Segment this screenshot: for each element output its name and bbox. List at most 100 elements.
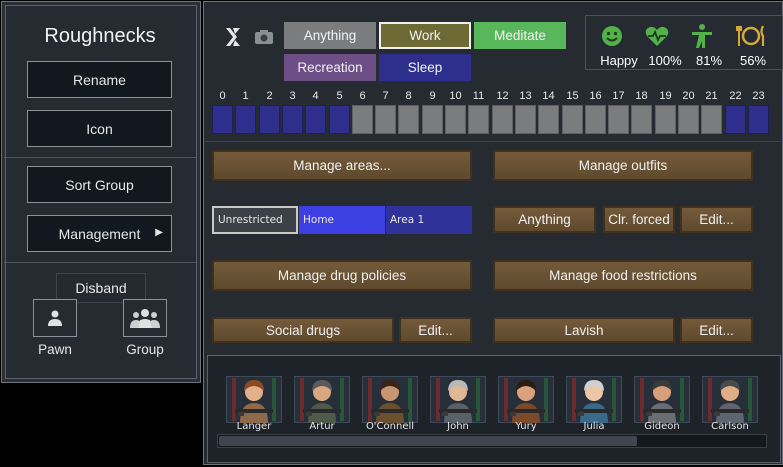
hour-cell-16[interactable] xyxy=(585,105,606,134)
hour-cell-4[interactable] xyxy=(305,105,326,134)
scrollbar-thumb[interactable] xyxy=(219,436,637,446)
pawn-button[interactable] xyxy=(33,299,77,337)
pawn-name: O'Connell xyxy=(365,421,415,432)
copy-schedule-icon[interactable] xyxy=(222,25,244,49)
hour-cell-7[interactable] xyxy=(375,105,396,134)
manage-drug-policies-button[interactable]: Manage drug policies xyxy=(212,260,472,291)
tab-meditate[interactable]: Meditate xyxy=(474,22,566,49)
manage-outfits-button[interactable]: Manage outfits xyxy=(493,150,753,181)
hour-cell-18[interactable] xyxy=(631,105,652,134)
pawn-portrait[interactable] xyxy=(430,376,486,423)
pawn-portrait[interactable] xyxy=(226,376,282,423)
hour-label: 5 xyxy=(336,90,343,102)
pawn-label: Pawn xyxy=(38,342,72,357)
hour-label: 6 xyxy=(359,90,366,102)
hour-cell-23[interactable] xyxy=(748,105,769,134)
hour-label: 2 xyxy=(266,90,273,102)
area-home[interactable]: Home xyxy=(299,206,385,234)
pawn-name: Langer xyxy=(236,421,272,432)
area-1[interactable]: Area 1 xyxy=(386,206,472,234)
pawn-name: Carlson xyxy=(711,421,749,432)
pawn-portrait[interactable] xyxy=(702,376,758,423)
hour-label: 1 xyxy=(242,90,249,102)
hour-cell-21[interactable] xyxy=(701,105,722,134)
rename-button[interactable]: Rename xyxy=(27,61,172,98)
hour-label: 4 xyxy=(312,90,319,102)
pawn-portrait[interactable] xyxy=(498,376,554,423)
heart-icon xyxy=(645,25,669,52)
hour-label: 11 xyxy=(472,90,485,102)
icon-button[interactable]: Icon xyxy=(27,110,172,147)
hour-label: 19 xyxy=(659,90,672,102)
hour-label: 20 xyxy=(682,90,695,102)
hour-cell-6[interactable] xyxy=(352,105,373,134)
rest-value: 81% xyxy=(695,53,723,68)
hour-cell-13[interactable] xyxy=(515,105,536,134)
hour-cell-12[interactable] xyxy=(492,105,513,134)
tab-anything[interactable]: Anything xyxy=(284,22,376,49)
area-unrestricted[interactable]: Unrestricted xyxy=(212,206,298,234)
pawn-avatar xyxy=(436,378,480,423)
manage-areas-button[interactable]: Manage areas... xyxy=(212,150,472,181)
pawn-name: John xyxy=(447,421,469,432)
food-restriction-button[interactable]: Lavish xyxy=(493,317,675,343)
group-people-icon xyxy=(130,309,160,328)
pawn-portrait[interactable] xyxy=(362,376,418,423)
pawn-avatar xyxy=(504,378,548,423)
drug-policy-button[interactable]: Social drugs xyxy=(212,317,394,343)
hour-cell-5[interactable] xyxy=(329,105,350,134)
hour-label: 10 xyxy=(449,90,462,102)
health-value: 100% xyxy=(648,53,682,68)
hour-cell-14[interactable] xyxy=(538,105,559,134)
pawn-portrait[interactable] xyxy=(634,376,690,423)
drug-edit-button[interactable]: Edit... xyxy=(399,317,472,343)
group-button[interactable] xyxy=(123,299,167,337)
group-title: Roughnecks xyxy=(44,25,156,47)
sort-group-button[interactable]: Sort Group xyxy=(27,166,172,203)
hour-cell-19[interactable] xyxy=(655,105,676,134)
hour-cell-17[interactable] xyxy=(608,105,629,134)
pawn-name: Julia xyxy=(583,421,605,432)
hour-cell-20[interactable] xyxy=(678,105,699,134)
hour-cell-0[interactable] xyxy=(212,105,233,134)
pawn-name: Artur xyxy=(309,421,335,432)
clear-forced-button[interactable]: Clr. forced xyxy=(603,206,675,233)
hour-cell-9[interactable] xyxy=(422,105,443,134)
smiley-icon xyxy=(601,25,623,52)
manage-food-restrictions-button[interactable]: Manage food restrictions xyxy=(493,260,753,291)
outfit-anything-button[interactable]: Anything xyxy=(493,206,596,233)
pawn-portrait[interactable] xyxy=(294,376,350,423)
pawn-avatar xyxy=(232,378,276,423)
hour-cell-15[interactable] xyxy=(562,105,583,134)
hour-label: 3 xyxy=(289,90,296,102)
pawn-portrait[interactable] xyxy=(566,376,622,423)
tab-work[interactable]: Work xyxy=(379,22,471,49)
hour-label: 12 xyxy=(496,90,509,102)
hour-label: 15 xyxy=(566,90,579,102)
divider xyxy=(4,262,196,263)
food-edit-button[interactable]: Edit... xyxy=(680,317,753,343)
person-icon xyxy=(48,310,62,326)
pawn-name: Gideon xyxy=(644,421,680,432)
hour-cell-8[interactable] xyxy=(398,105,419,134)
camera-icon[interactable] xyxy=(254,29,274,45)
chevron-right-icon: ▶ xyxy=(155,227,163,238)
hour-cell-22[interactable] xyxy=(725,105,746,134)
outfit-edit-button[interactable]: Edit... xyxy=(680,206,753,233)
hour-label: 16 xyxy=(589,90,602,102)
hour-label: 21 xyxy=(705,90,718,102)
tab-sleep[interactable]: Sleep xyxy=(379,54,471,81)
pawn-avatar xyxy=(300,378,344,423)
tab-recreation[interactable]: Recreation xyxy=(284,54,376,81)
hour-cell-10[interactable] xyxy=(445,105,466,134)
hour-cell-11[interactable] xyxy=(468,105,489,134)
divider xyxy=(4,157,196,158)
hour-label: 7 xyxy=(382,90,389,102)
hour-label: 23 xyxy=(752,90,765,102)
hour-cell-3[interactable] xyxy=(282,105,303,134)
hour-label: 8 xyxy=(405,90,412,102)
management-button[interactable]: Management ▶ xyxy=(27,215,172,252)
hour-cell-2[interactable] xyxy=(259,105,280,134)
hour-cell-1[interactable] xyxy=(235,105,256,134)
divider xyxy=(205,141,781,142)
